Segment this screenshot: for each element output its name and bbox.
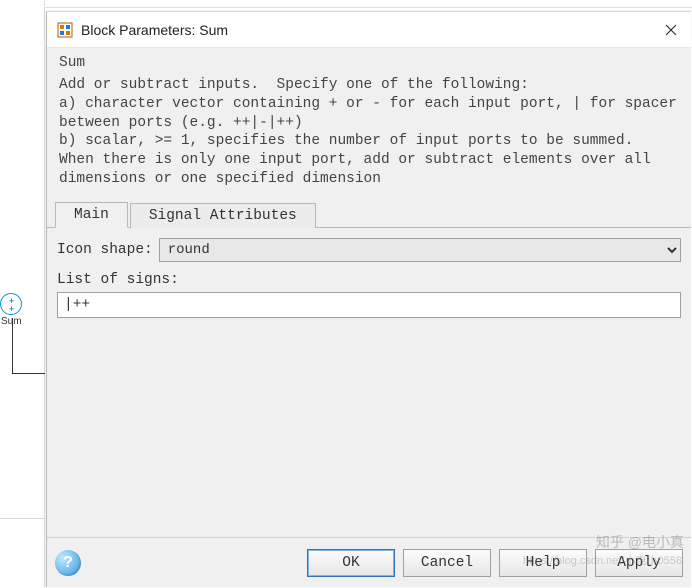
- apply-button[interactable]: Apply: [595, 549, 683, 577]
- icon-shape-select[interactable]: round: [159, 238, 681, 262]
- simulink-canvas[interactable]: + + Sum: [0, 0, 45, 588]
- tab-content-main: Icon shape: round List of signs:: [47, 227, 691, 537]
- tab-signal-attributes[interactable]: Signal Attributes: [130, 203, 316, 228]
- list-of-signs-label: List of signs:: [57, 272, 681, 288]
- tab-main[interactable]: Main: [55, 202, 128, 228]
- ok-button[interactable]: OK: [307, 549, 395, 577]
- close-icon[interactable]: [659, 18, 683, 42]
- sum-block-circle: + +: [0, 293, 22, 315]
- canvas-bottom-divider: [0, 518, 45, 519]
- sum-block[interactable]: + + Sum: [0, 293, 24, 317]
- block-description: Add or subtract inputs. Specify one of t…: [59, 76, 679, 189]
- icon-shape-label: Icon shape:: [57, 242, 153, 258]
- help-button[interactable]: Help: [499, 549, 587, 577]
- canvas-top-divider: [0, 0, 692, 8]
- list-of-signs-input[interactable]: [57, 292, 681, 318]
- signal-wire: [12, 373, 45, 374]
- tab-row: Main Signal Attributes: [47, 199, 691, 227]
- titlebar: Block Parameters: Sum: [47, 12, 691, 48]
- dialog-footer: ? OK Cancel Help Apply: [47, 537, 691, 587]
- help-icon[interactable]: ?: [55, 550, 81, 576]
- signal-wire: [12, 318, 13, 374]
- cancel-button[interactable]: Cancel: [403, 549, 491, 577]
- description-panel: Sum Add or subtract inputs. Specify one …: [47, 48, 691, 199]
- plus-icon: +: [9, 304, 14, 314]
- block-name: Sum: [59, 54, 679, 73]
- window-title: Block Parameters: Sum: [81, 22, 659, 38]
- block-parameters-dialog: Block Parameters: Sum Sum Add or subtrac…: [46, 11, 691, 587]
- app-icon: [57, 22, 73, 38]
